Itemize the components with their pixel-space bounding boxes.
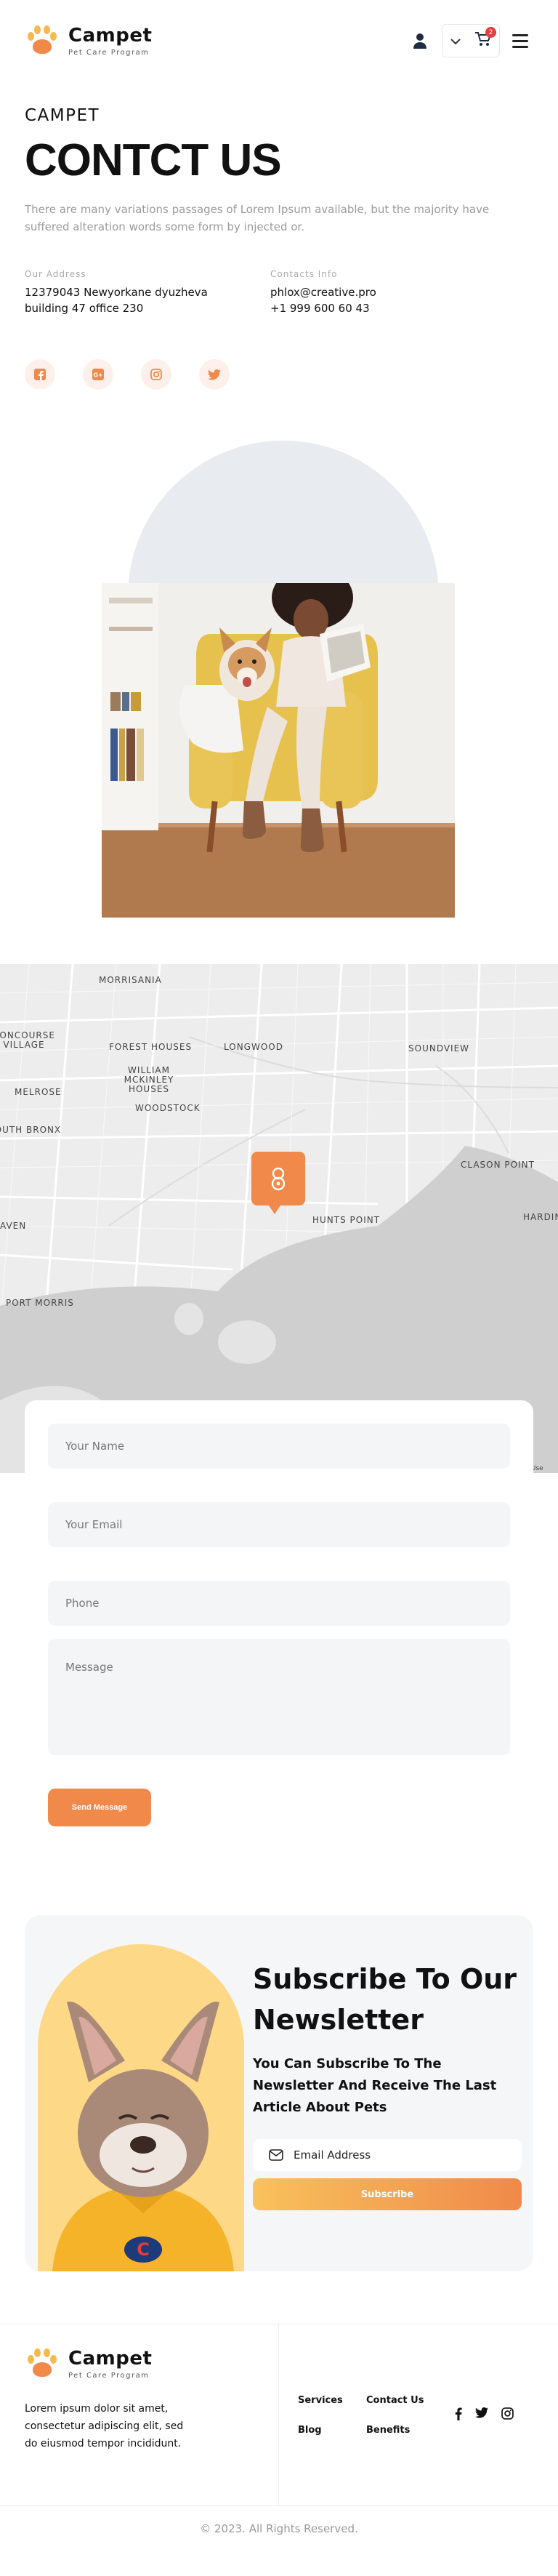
map-label: HARDING xyxy=(523,1212,558,1222)
logo[interactable]: Campet Pet Care Program xyxy=(25,23,152,58)
contacts-block: Contacts Info phlox@creative.pro +1 999 … xyxy=(270,269,516,316)
location-map[interactable]: MORRISANIA CONCOURSE VILLAGE FOREST HOUS… xyxy=(0,964,558,1473)
site-footer: Campet Pet Care Program Lorem ipsum dolo… xyxy=(0,2324,558,2551)
facebook-icon[interactable] xyxy=(455,2407,462,2423)
map-label: LONGWOOD xyxy=(224,1042,283,1052)
paw-logo-icon xyxy=(25,23,60,58)
hamburger-menu-icon[interactable] xyxy=(507,26,533,55)
footer-brand-tagline: Pet Care Program xyxy=(68,2372,150,2380)
map-label: WILLIAM MCKINLEY HOUSES xyxy=(124,1065,174,1094)
contact-form: Your Name Your Email Phone Message Send … xyxy=(25,1400,533,1863)
newsletter-email-input[interactable]: Email Address xyxy=(253,2139,522,2171)
footer-brand-name: Campet xyxy=(68,2348,153,2370)
header-dropdown[interactable]: 2 xyxy=(442,24,500,57)
svg-text:G+: G+ xyxy=(93,372,102,379)
chevron-down-icon xyxy=(450,34,461,48)
address-line-1: 12379043 Newyorkane dyuzheva xyxy=(25,286,208,299)
map-label: SOUNDVIEW xyxy=(408,1043,470,1054)
instagram-icon[interactable] xyxy=(141,359,171,390)
instagram-icon[interactable] xyxy=(501,2407,514,2423)
contact-phone-link[interactable]: +1 999 600 60 43 xyxy=(270,301,516,316)
address-label: Our Address xyxy=(25,269,86,279)
newsletter-section: C Subscribe To Our Newsletter You Can Su… xyxy=(25,1915,533,2271)
footer-social-links xyxy=(455,2407,514,2423)
map-label: CONCOURSE VILLAGE xyxy=(0,1030,55,1050)
newsletter-title: Subscribe To Our Newsletter xyxy=(253,1963,517,2036)
map-label: MELROSE xyxy=(15,1087,62,1097)
eyebrow-text: CAMPET xyxy=(25,106,100,125)
user-icon[interactable] xyxy=(405,26,434,55)
map-label: WOODSTOCK xyxy=(135,1103,201,1113)
footer-link-contact-us[interactable]: Contact Us xyxy=(366,2395,434,2406)
subscribe-button[interactable]: Subscribe xyxy=(253,2178,522,2210)
phone-input[interactable]: Phone xyxy=(48,1581,510,1626)
paw-logo-icon xyxy=(25,2346,60,2381)
footer-link-benefits[interactable]: Benefits xyxy=(366,2425,434,2436)
email-input[interactable]: Your Email xyxy=(48,1502,510,1547)
footer-link-services[interactable]: Services xyxy=(298,2395,366,2406)
footer-description: Lorem ipsum dolor sit amet, consectetur … xyxy=(25,2403,184,2449)
woman-with-dog-photo xyxy=(102,583,455,918)
brand-tagline: Pet Care Program xyxy=(68,49,150,57)
contact-info: Our Address 12379043 Newyorkane dyuzheva… xyxy=(25,269,533,316)
brand-name: Campet xyxy=(68,25,153,47)
footer-link-blog[interactable]: Blog xyxy=(298,2425,366,2436)
map-label: HAVEN xyxy=(0,1221,27,1231)
address-line-2: building 47 office 230 xyxy=(25,302,144,315)
hero-photo-section xyxy=(0,412,558,964)
twitter-icon[interactable] xyxy=(475,2407,488,2423)
google-plus-icon[interactable]: G+ xyxy=(83,359,113,390)
page-description: There are many variations passages of Lo… xyxy=(25,203,490,233)
mail-icon xyxy=(269,2149,283,2161)
copyright-text: © 2023. All Rights Reserved. xyxy=(0,2505,558,2551)
map-label: MORRISANIA xyxy=(99,975,162,985)
footer-links: Services Contact Us Blog Benefits xyxy=(298,2395,434,2436)
map-label: SOUTH BRONX xyxy=(0,1125,62,1135)
cart-button[interactable]: 2 xyxy=(475,27,496,49)
name-input[interactable]: Your Name xyxy=(48,1424,510,1469)
send-message-button[interactable]: Send Message xyxy=(48,1789,151,1826)
contact-intro: CAMPET CONTCT US There are many variatio… xyxy=(0,81,558,390)
twitter-icon[interactable] xyxy=(199,359,230,390)
map-label: FOREST HOUSES xyxy=(109,1042,193,1052)
newsletter-subtitle: You Can Subscribe To The Newsletter And … xyxy=(253,2056,497,2115)
map-label: CLASON POINT xyxy=(461,1160,535,1170)
facebook-icon[interactable] xyxy=(25,359,55,390)
cart-count-badge: 2 xyxy=(485,27,496,38)
bulldog-photo: C xyxy=(38,1973,248,2271)
footer-logo[interactable]: Campet Pet Care Program xyxy=(25,2346,254,2381)
message-textarea[interactable]: Message xyxy=(48,1639,510,1755)
svg-text:C: C xyxy=(137,2239,150,2260)
social-links: G+ xyxy=(25,359,533,390)
address-block: Our Address 12379043 Newyorkane dyuzheva… xyxy=(25,269,270,316)
contact-email-link[interactable]: phlox@creative.pro xyxy=(270,285,516,300)
newsletter-email-placeholder: Email Address xyxy=(294,2148,371,2162)
map-label: PORT MORRIS xyxy=(6,1298,74,1308)
site-header: Campet Pet Care Program 2 xyxy=(0,0,558,81)
map-marker-icon[interactable] xyxy=(251,1152,305,1214)
map-label: HUNTS POINT xyxy=(312,1215,381,1225)
contacts-label: Contacts Info xyxy=(270,269,338,279)
page-title: CONTCT US xyxy=(25,135,282,185)
